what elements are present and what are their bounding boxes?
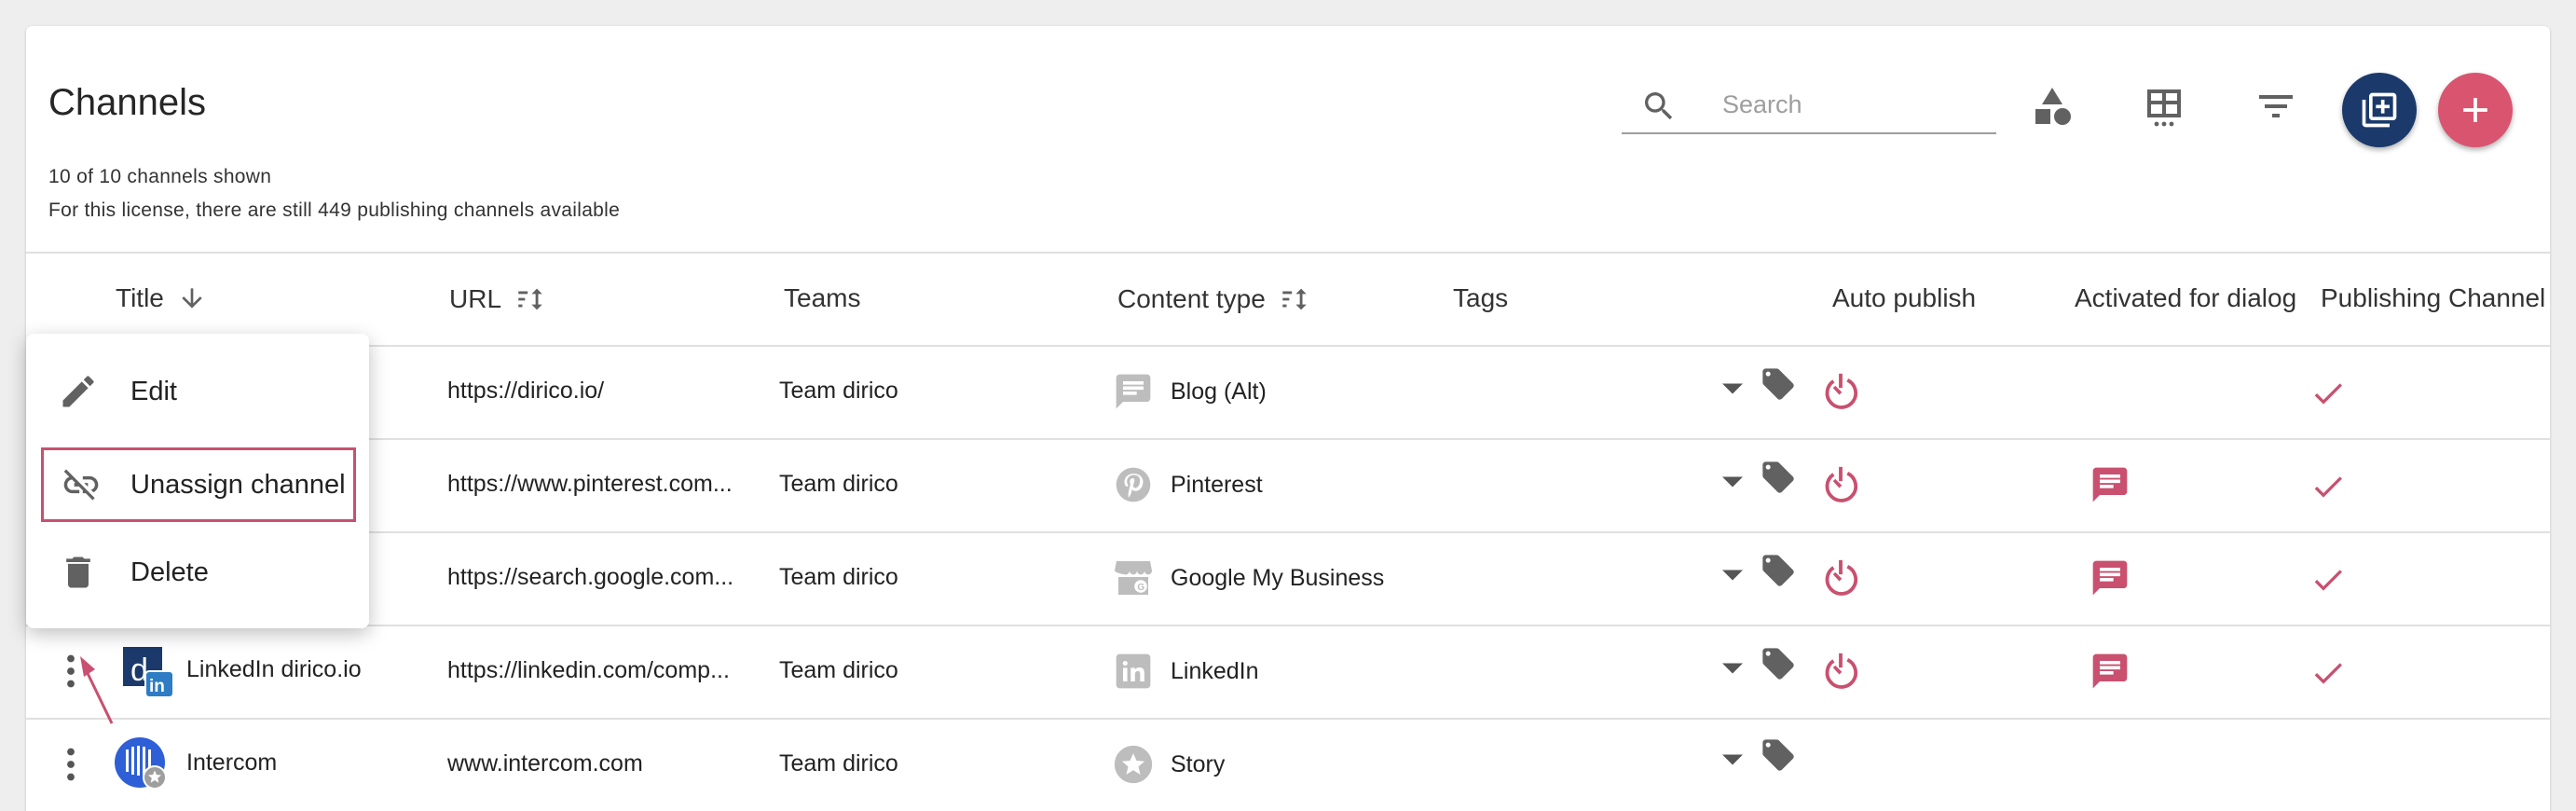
svg-text:G: G	[1137, 583, 1144, 593]
filter-icon[interactable]	[2254, 84, 2298, 129]
column-header-tags[interactable]: Tags	[1453, 283, 1508, 313]
pointer-arrow-icon	[80, 656, 114, 724]
add-to-library-icon	[2362, 92, 2397, 128]
team-cell: Team dirico	[779, 564, 898, 590]
column-tags-label: Tags	[1453, 283, 1509, 312]
url-cell: https://linkedin.com/comp...	[447, 657, 730, 683]
column-publishing-label: Publishing Channel	[2321, 283, 2546, 312]
chat-icon[interactable]	[2090, 557, 2131, 598]
menu-item-unassign-channel[interactable]: Unassign channel	[41, 447, 356, 522]
column-title-label: Title	[116, 283, 164, 312]
star-icon	[1114, 745, 1153, 784]
team-cell: Team dirico	[779, 750, 898, 777]
title-cell: LinkedIn dirico.io	[186, 656, 362, 682]
tags-icon[interactable]	[1758, 365, 1799, 403]
url-cell: www.intercom.com	[447, 750, 643, 777]
content-type-cell: Pinterest	[1171, 472, 1263, 498]
column-teams-label: Teams	[784, 283, 861, 312]
search-input[interactable]	[1722, 84, 1983, 125]
timer-icon[interactable]	[1819, 463, 1862, 506]
url-cell: https://search.google.com...	[447, 564, 734, 590]
row-divider	[26, 531, 2550, 533]
pencil-icon	[62, 376, 94, 407]
chat-icon[interactable]	[2090, 651, 2131, 692]
menu-item-delete[interactable]: Delete	[26, 533, 369, 612]
search-box	[1622, 75, 1996, 134]
tags-icon[interactable]	[1758, 736, 1799, 774]
team-cell: Team dirico	[779, 471, 898, 497]
column-content-type-label: Content type	[1117, 284, 1266, 313]
linkedin-icon	[1116, 653, 1151, 689]
table-columns-icon[interactable]	[2142, 84, 2186, 129]
plus-icon	[2463, 98, 2487, 122]
content-type-cell: LinkedIn	[1171, 658, 1259, 684]
row-divider	[26, 345, 2550, 347]
content-type-cell: Blog (Alt)	[1171, 378, 1267, 405]
timer-icon[interactable]	[1819, 370, 1862, 413]
more-vert-icon[interactable]	[65, 748, 76, 781]
chat-icon[interactable]	[2090, 464, 2131, 505]
tags-dropdown-icon[interactable]	[1722, 662, 1743, 675]
row-divider	[26, 438, 2550, 440]
tags-icon[interactable]	[1758, 552, 1799, 589]
page-title: Channels	[48, 82, 207, 123]
pinterest-icon	[1116, 467, 1151, 502]
team-cell: Team dirico	[779, 657, 898, 683]
column-header-url[interactable]: URL	[449, 283, 546, 315]
url-cell: https://www.pinterest.com...	[447, 471, 733, 497]
row-context-menu: Edit Unassign channel Delete	[26, 334, 369, 628]
column-auto-publish-label: Auto publish	[1832, 283, 1977, 312]
menu-item-edit[interactable]: Edit	[26, 352, 369, 431]
sort-icon	[1282, 288, 1307, 310]
tags-dropdown-icon[interactable]	[1722, 382, 1743, 395]
timer-icon[interactable]	[1819, 650, 1862, 693]
tags-icon[interactable]	[1758, 459, 1799, 496]
sort-icon	[518, 288, 542, 310]
menu-item-unassign-label: Unassign channel	[130, 469, 346, 500]
url-cell: https://dirico.io/	[447, 378, 605, 404]
content-type-cell: Story	[1171, 751, 1226, 777]
column-header-title[interactable]: Title	[116, 283, 207, 313]
column-header-dialog[interactable]: Activated for dialog	[2075, 283, 2308, 313]
column-url-label: URL	[449, 284, 502, 313]
search-icon	[1645, 92, 1673, 120]
channels-count: 10 of 10 channels shown	[48, 166, 272, 187]
content-type-cell: Google My Business	[1171, 565, 1385, 591]
tags-dropdown-icon[interactable]	[1722, 475, 1743, 488]
row-divider	[26, 625, 2550, 626]
tags-dropdown-icon[interactable]	[1722, 753, 1743, 766]
column-header-publishing[interactable]: Publishing Channel	[2321, 283, 2550, 313]
column-dialog-label: Activated for dialog	[2075, 283, 2297, 312]
channels-card: Channels 10 of 10 channels shown For thi…	[26, 26, 2550, 811]
column-header-auto-publish[interactable]: Auto publish	[1832, 283, 1976, 313]
trash-icon	[66, 557, 90, 588]
menu-item-edit-label: Edit	[130, 376, 177, 406]
intercom-avatar	[115, 737, 167, 790]
add-to-library-button[interactable]	[2342, 73, 2417, 147]
linkedin-dirico-avatar: d in	[123, 647, 174, 698]
arrow-down-icon	[182, 288, 202, 309]
license-info: For this license, there are still 449 pu…	[48, 199, 621, 221]
check-icon	[2314, 476, 2342, 498]
message-icon	[1116, 374, 1151, 409]
category-icon[interactable]	[2030, 84, 2075, 129]
tags-dropdown-icon[interactable]	[1722, 569, 1743, 582]
tags-icon[interactable]	[1758, 645, 1799, 682]
svg-text:in: in	[149, 677, 165, 696]
add-channel-button[interactable]	[2438, 73, 2513, 147]
check-icon	[2314, 383, 2342, 405]
check-icon	[2314, 663, 2342, 684]
column-header-content-type[interactable]: Content type	[1117, 283, 1310, 315]
storefront-icon: G	[1115, 561, 1152, 595]
column-header-teams[interactable]: Teams	[784, 283, 860, 313]
title-cell: Intercom	[186, 749, 278, 776]
timer-icon[interactable]	[1819, 557, 1862, 599]
row-divider	[26, 718, 2550, 720]
check-icon	[2314, 570, 2342, 591]
menu-item-delete-label: Delete	[130, 557, 209, 587]
link-off-icon	[63, 469, 99, 501]
header-divider	[26, 252, 2550, 254]
team-cell: Team dirico	[779, 378, 898, 404]
